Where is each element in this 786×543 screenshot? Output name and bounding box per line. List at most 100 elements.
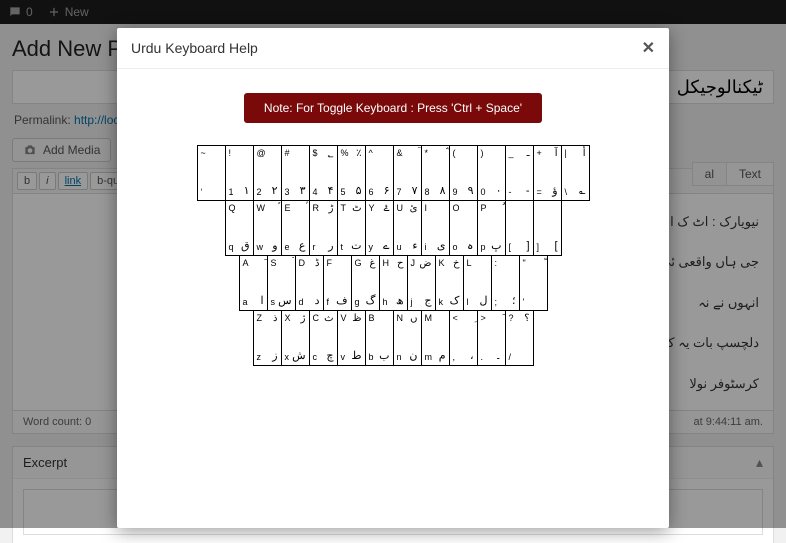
key-quadrant-bl: =	[537, 188, 542, 197]
keyboard-key[interactable]: Jضjج	[407, 255, 436, 311]
keyboard-key[interactable]: Qqق	[225, 200, 254, 256]
keyboard-key[interactable]: !1۱	[225, 145, 254, 201]
key-quadrant-tl: G	[355, 259, 362, 268]
key-quadrant-tr: ح	[397, 259, 403, 269]
modal-overlay[interactable]: Urdu Keyboard Help ✕ Note: For Toggle Ke…	[0, 0, 786, 528]
key-quadrant-bl: k	[439, 298, 444, 307]
keyboard-key[interactable]: &ؔ7۷	[393, 145, 422, 201]
keyboard-key[interactable]: $؂4۴	[309, 145, 338, 201]
keyboard-key[interactable]: Zذzز	[253, 310, 282, 366]
keyboard-key[interactable]: ~‘	[197, 145, 226, 201]
key-quadrant-bl: r	[313, 243, 316, 252]
keyboard-key[interactable]: Kخkک	[435, 255, 464, 311]
keyboard-key[interactable]: Aٓaا	[239, 255, 268, 311]
key-quadrant-bl: h	[383, 298, 388, 307]
keyboard-key[interactable]: Rڑrر	[309, 200, 338, 256]
keyboard-key[interactable]: ][	[533, 200, 562, 256]
keyboard-key[interactable]: Dڈdد	[295, 255, 324, 311]
key-quadrant-tl: &	[397, 149, 403, 158]
key-quadrant-br: ۱	[244, 186, 250, 197]
keyboard-key[interactable]: Gغgگ	[351, 255, 380, 311]
keyboard-key[interactable]: Sۡsس	[267, 255, 296, 311]
key-quadrant-br: ع	[299, 241, 306, 252]
key-quadrant-br: ،	[470, 351, 474, 362]
keyboard-key[interactable]: +آ=ؤ	[533, 145, 562, 201]
keyboard-row: QqقWؐwوEؑeعRڑrرTٹtتYۓyےUئuءIiیOoہPُpپ[]]…	[225, 200, 562, 256]
key-quadrant-tl: X	[285, 314, 291, 323]
keyboard-key[interactable]: #3۳	[281, 145, 310, 201]
keyboard-key[interactable]: )0۰	[477, 145, 506, 201]
key-quadrant-br: ۲	[272, 186, 278, 197]
keyboard-key[interactable]: :;؛	[491, 255, 520, 311]
keyboard-key[interactable]: <ِ,،	[449, 310, 478, 366]
keyboard-key[interactable]: Ll ل	[463, 255, 492, 311]
key-quadrant-br: [	[554, 241, 557, 252]
key-quadrant-br: گ	[366, 296, 376, 307]
key-quadrant-bl: q	[229, 243, 234, 252]
key-quadrant-tl: E	[285, 204, 291, 213]
key-quadrant-bl: 2	[257, 188, 262, 197]
keyboard-key[interactable]: []	[505, 200, 534, 256]
key-quadrant-br: ؎	[579, 186, 585, 197]
key-quadrant-tl: P	[481, 204, 487, 213]
keyboard-key[interactable]: @2۲	[253, 145, 282, 201]
key-quadrant-tl: (	[453, 149, 456, 158]
key-quadrant-br: ق	[241, 241, 250, 252]
keyboard-key[interactable]: Nںnن	[393, 310, 422, 366]
keyboard-key[interactable]: Vظvط	[337, 310, 366, 366]
key-quadrant-tr: غ	[370, 259, 376, 269]
key-quadrant-tl: L	[467, 259, 472, 268]
key-quadrant-br: ش	[292, 351, 305, 362]
key-quadrant-bl: l	[467, 298, 469, 307]
key-quadrant-tl: C	[313, 314, 320, 323]
key-quadrant-bl: e	[285, 243, 290, 252]
key-quadrant-tl: ~	[201, 149, 206, 158]
keyboard-key[interactable]: Wؐwو	[253, 200, 282, 256]
keyboard-key[interactable]: Hحhھ	[379, 255, 408, 311]
key-quadrant-br: ۸	[440, 186, 446, 197]
keyboard-key[interactable]: *ؓ8۸	[421, 145, 450, 201]
key-quadrant-bl: w	[257, 243, 264, 252]
key-quadrant-tl: |	[565, 149, 567, 158]
keyboard-key[interactable]: Bbب	[365, 310, 394, 366]
key-quadrant-br: ؤ	[552, 186, 557, 197]
key-quadrant-bl: [	[509, 243, 512, 252]
key-quadrant-br: ز	[272, 351, 277, 362]
keyboard-key[interactable]: Tٹtت	[337, 200, 366, 256]
keyboard-key[interactable]: |أ\؎	[561, 145, 590, 201]
keyboard-key[interactable]: %٪5۵	[337, 145, 366, 201]
keyboard-key[interactable]: "ّ'	[519, 255, 548, 311]
key-quadrant-br: ل	[480, 296, 488, 307]
modal-close-button[interactable]: ✕	[642, 38, 655, 58]
key-quadrant-bl: '	[523, 298, 525, 307]
keyboard-key[interactable]: Yۓyے	[365, 200, 394, 256]
modal-title: Urdu Keyboard Help	[131, 40, 258, 56]
keyboard-key[interactable]: Xژxش	[281, 310, 310, 366]
modal-header: Urdu Keyboard Help ✕	[117, 28, 669, 69]
key-quadrant-tl: Y	[369, 204, 375, 213]
keyboard-key[interactable]: Eؑeع	[281, 200, 310, 256]
keyboard-key[interactable]: Mmم	[421, 310, 450, 366]
key-quadrant-br: ۷	[412, 186, 418, 197]
keyboard-key[interactable]: Cثcچ	[309, 310, 338, 366]
key-quadrant-br: ت	[351, 241, 361, 252]
keyboard-key[interactable]: Iiی	[421, 200, 450, 256]
key-quadrant-tl: !	[229, 149, 232, 158]
key-quadrant-tl: *	[425, 149, 429, 158]
key-quadrant-tr: ـ	[527, 149, 530, 159]
keyboard-key[interactable]: >َ.۔	[477, 310, 506, 366]
keyboard-key[interactable]: Pُpپ	[477, 200, 506, 256]
keyboard-key[interactable]: _ـ--	[505, 145, 534, 201]
key-quadrant-br: ر	[328, 241, 333, 252]
keyboard-key[interactable]: ?؟/	[505, 310, 534, 366]
keyboard-key[interactable]: Ffف	[323, 255, 352, 311]
key-quadrant-bl: b	[369, 353, 374, 362]
keyboard-key[interactable]: (9۹	[449, 145, 478, 201]
key-quadrant-tl: D	[299, 259, 306, 268]
keyboard-key[interactable]: Uئuء	[393, 200, 422, 256]
key-quadrant-bl: 6	[369, 188, 374, 197]
keyboard-key[interactable]: ^6۶	[365, 145, 394, 201]
key-quadrant-tl: ^	[369, 149, 373, 158]
key-quadrant-br: چ	[326, 351, 333, 362]
keyboard-key[interactable]: Ooہ	[449, 200, 478, 256]
